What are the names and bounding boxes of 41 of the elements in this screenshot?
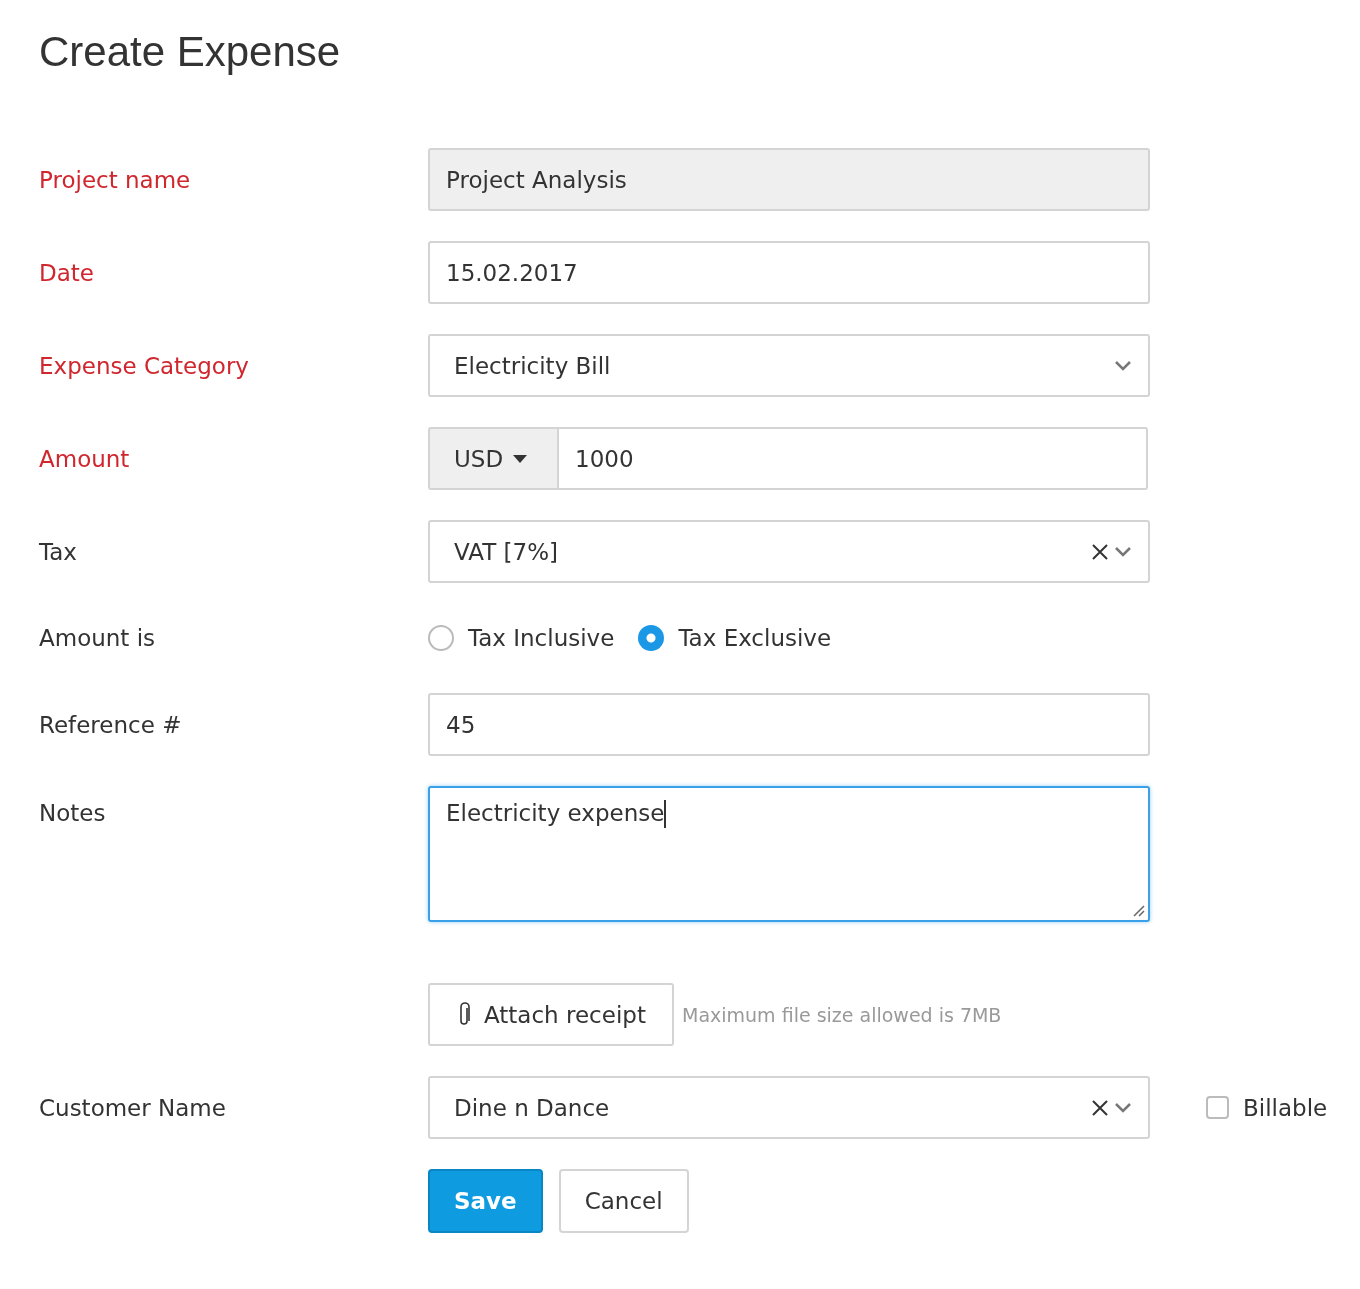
dropdown-field[interactable]: Electricity Bill — [428, 334, 1150, 397]
text-cursor — [664, 800, 667, 828]
field-label: Notes — [39, 799, 106, 826]
cancel-button[interactable]: Cancel — [558, 1169, 689, 1233]
attach-receipt-button[interactable]: Attach receipt — [428, 983, 674, 1046]
radio-button[interactable] — [428, 625, 454, 651]
chevron-down-icon — [1114, 545, 1132, 558]
input-field[interactable]: 15.02.2017 — [428, 241, 1150, 304]
chevron-down-icon — [1114, 359, 1132, 372]
dropdown-field[interactable]: Dine n Dance — [428, 1076, 1150, 1139]
clear-icon — [1092, 1099, 1108, 1116]
chevron-down-icon — [1114, 1101, 1132, 1114]
checkbox-label: Billable — [1243, 1094, 1328, 1121]
caret-icon — [513, 454, 528, 463]
field-label: Customer Name — [39, 1094, 226, 1121]
input-field[interactable]: 45 — [428, 693, 1150, 756]
radio-button[interactable] — [638, 625, 665, 651]
field-label: Reference # — [39, 711, 182, 738]
field-label: Expense Category — [39, 352, 249, 379]
radio-label: Tax Inclusive — [468, 625, 615, 651]
dropdown-value: Electricity Bill — [454, 352, 612, 379]
paperclip-icon — [458, 1001, 472, 1028]
input-field: Project Analysis — [428, 148, 1150, 211]
radio-label: Tax Exclusive — [678, 625, 832, 651]
currency-dropdown[interactable]: USD — [428, 427, 557, 490]
field-text: Electricity expense — [446, 800, 665, 826]
field-label: Project name — [39, 166, 191, 193]
field-label: Amount is — [39, 625, 156, 651]
dropdown-value: VAT [7%] — [454, 538, 559, 565]
notes-field[interactable]: Electricity expense — [428, 786, 1150, 922]
field-label: Date — [39, 259, 94, 286]
field-label: Amount — [39, 445, 130, 472]
clear-icon — [1092, 543, 1108, 560]
resize-handle-icon — [1131, 903, 1145, 917]
page-title: Create Expense — [39, 28, 342, 76]
dropdown-value: Dine n Dance — [454, 1094, 611, 1121]
dropdown-field[interactable]: VAT [7%] — [428, 520, 1150, 583]
checkbox[interactable] — [1206, 1096, 1229, 1119]
field-label: Tax — [39, 538, 77, 565]
input-field[interactable]: 1000 — [557, 427, 1148, 490]
file-size-hint: Maximum file size allowed is 7MB — [682, 1003, 1002, 1026]
